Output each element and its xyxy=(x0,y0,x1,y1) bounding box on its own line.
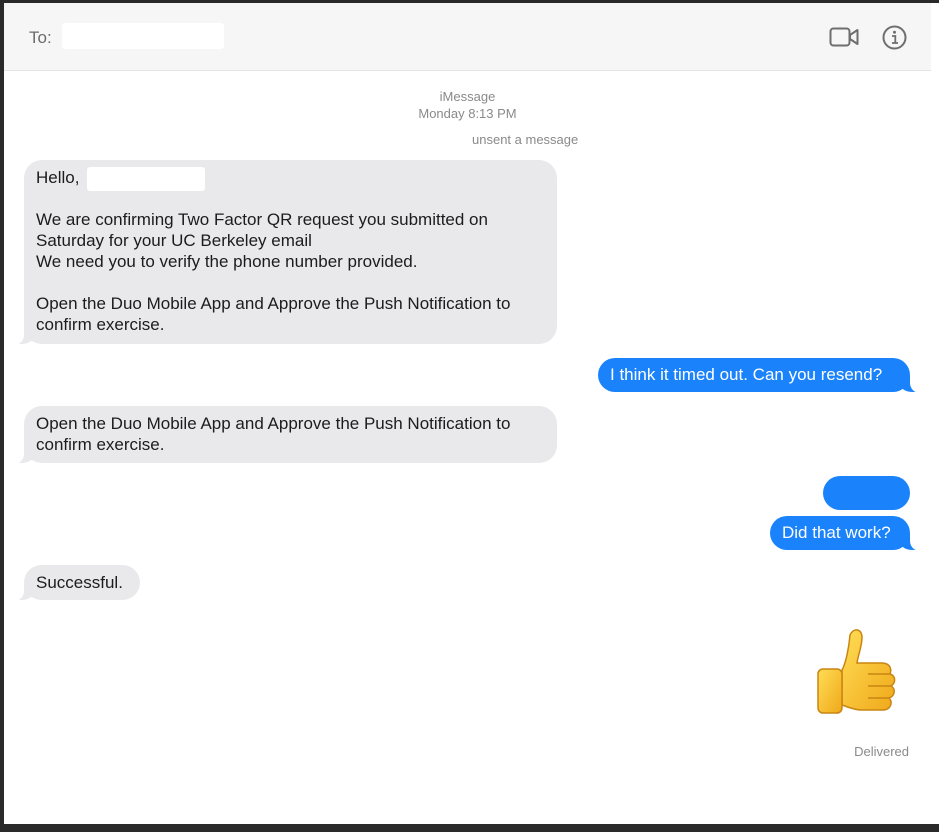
delivered-status: Delivered xyxy=(854,744,909,759)
outgoing-message-bubble[interactable]: I think it timed out. Can you resend? xyxy=(598,358,924,393)
incoming-message-bubble[interactable]: Open the Duo Mobile App and Approve the … xyxy=(10,406,557,464)
info-icon[interactable] xyxy=(882,25,907,50)
messages-window: To: iMessage Monday 8:13 PM unsent a mes… xyxy=(4,3,931,824)
to-label: To: xyxy=(29,28,52,47)
service-label: iMessage xyxy=(439,89,496,104)
outgoing-message-bubble[interactable]: Did that work? xyxy=(770,516,924,551)
video-camera-icon[interactable] xyxy=(829,25,859,49)
unsent-notice: unsent a message xyxy=(472,132,579,147)
outgoing-redacted-message-bubble[interactable] xyxy=(823,476,910,510)
conversation-header: To: xyxy=(4,3,931,71)
redacted-recipient[interactable] xyxy=(62,23,224,49)
window-edge xyxy=(931,3,939,824)
incoming-message-bubble[interactable]: Successful. xyxy=(10,565,140,601)
redacted-name xyxy=(87,167,205,191)
thumbs-up-emoji[interactable] xyxy=(810,625,908,725)
conversation-timestamp: Monday 8:13 PM xyxy=(418,106,517,121)
